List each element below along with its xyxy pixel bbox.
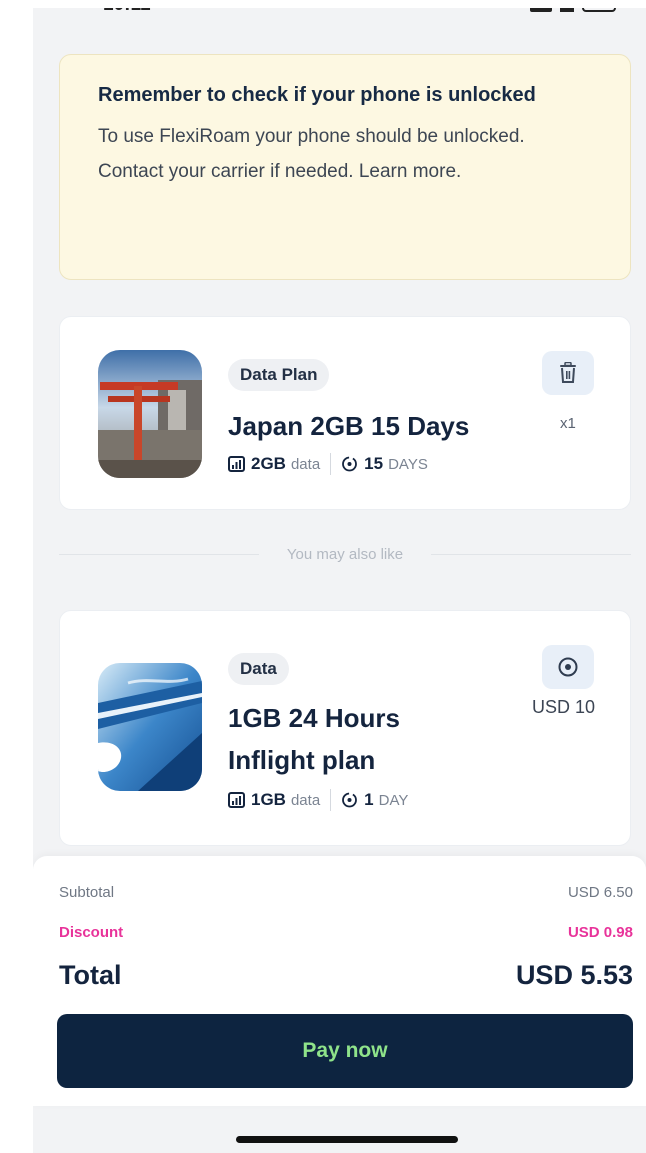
item-quantity: x1: [560, 415, 576, 432]
data-chart-icon: [228, 792, 245, 808]
clock-icon: [342, 792, 358, 808]
notice-body[interactable]: To use FlexiRoam your phone should be un…: [98, 119, 592, 189]
checkout-screen: 10:11 Remember to check if your phone is…: [33, 8, 646, 1153]
divider-line-left: [59, 553, 259, 555]
battery-icon: [582, 8, 616, 12]
torii-gate-image: [98, 350, 202, 478]
duration-unit: DAYS: [388, 455, 428, 473]
home-indicator: [236, 1136, 458, 1143]
trash-icon: [560, 362, 576, 383]
airplane-wing-image: [98, 663, 202, 791]
status-icons: [530, 8, 616, 12]
discount-label: Discount: [59, 924, 124, 941]
plan-tag: Data Plan: [228, 359, 330, 391]
spec-separator: [330, 453, 332, 475]
recommended-plan-card[interactable]: Data 1GB 24 Hours Inflight plan 1GB data…: [59, 610, 631, 846]
total-row: Total USD 5.53: [59, 960, 633, 991]
plan-specs: 2GB data 15 DAYS: [228, 453, 428, 475]
divider-line-right: [431, 553, 631, 555]
order-summary-sheet: Subtotal USD 6.50 Discount USD 0.98 Tota…: [33, 856, 646, 1106]
divider-label: You may also like: [286, 545, 404, 563]
delete-item-button[interactable]: [542, 351, 594, 395]
plan-price: USD 10: [532, 697, 596, 717]
total-label: Total: [59, 960, 122, 990]
data-amount: 2GB: [251, 454, 286, 473]
data-unit: data: [290, 455, 321, 473]
clock-icon: [342, 456, 358, 472]
total-value: USD 5.53: [515, 960, 633, 990]
subtotal-value: USD 6.50: [567, 884, 633, 901]
discount-value: USD 0.98: [567, 924, 633, 941]
plan-title: Japan 2GB 15 Days: [228, 411, 470, 441]
add-circle-icon: [558, 657, 578, 677]
notice-title: Remember to check if your phone is unloc…: [98, 84, 536, 106]
signal-icon: [530, 8, 552, 12]
data-unit: data: [290, 791, 321, 809]
duration-value: 15: [364, 454, 384, 473]
status-time: 10:11: [103, 8, 151, 16]
unlock-notice: Remember to check if your phone is unloc…: [59, 54, 631, 280]
cart-item-card: Data Plan Japan 2GB 15 Days 2GB data 15 …: [59, 316, 631, 510]
data-amount: 1GB: [251, 790, 286, 809]
duration-unit: DAY: [378, 791, 409, 809]
subtotal-label: Subtotal: [59, 884, 115, 901]
plan-title: 1GB 24 Hours Inflight plan: [228, 703, 400, 775]
plan-specs: 1GB data 1 DAY: [228, 789, 408, 811]
discount-row: Discount USD 0.98: [59, 924, 633, 941]
section-divider: You may also like: [59, 544, 631, 564]
spec-separator: [330, 789, 332, 811]
pay-now-button[interactable]: Pay now: [57, 1014, 633, 1088]
add-plan-button[interactable]: [542, 645, 594, 689]
data-chart-icon: [228, 456, 245, 472]
subtotal-row: Subtotal USD 6.50: [59, 884, 633, 901]
status-bar: 10:11: [33, 8, 646, 22]
plan-tag: Data: [228, 653, 289, 685]
duration-value: 1: [364, 790, 374, 809]
wifi-icon: [560, 8, 574, 12]
